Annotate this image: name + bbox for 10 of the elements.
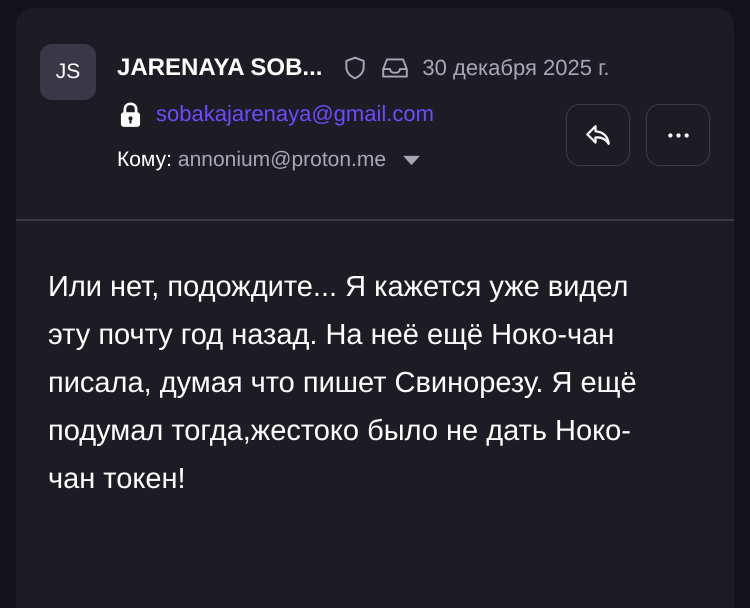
sender-avatar: JS xyxy=(40,44,96,100)
recipient-address: annonium@proton.me xyxy=(178,148,386,172)
more-icon xyxy=(668,132,688,138)
sender-email-link[interactable]: sobakajarenaya@gmail.com xyxy=(156,101,434,127)
message-date: 30 декабря 2025 г. xyxy=(422,55,610,81)
message-body: Или нет, подождите... Я кажется уже видел эту почту год назад. На неё ещё Ноко-чан писала, думая что пишет Свинорезу. Я ещё подумал тогда,жестоко было не дать Ноко-чан токен! xyxy=(48,270,638,497)
reply-button[interactable] xyxy=(566,104,630,166)
recipient-label: Кому: xyxy=(117,148,172,172)
lock-icon xyxy=(119,100,142,128)
sender-name: JARENAYA SOB... xyxy=(117,54,322,82)
